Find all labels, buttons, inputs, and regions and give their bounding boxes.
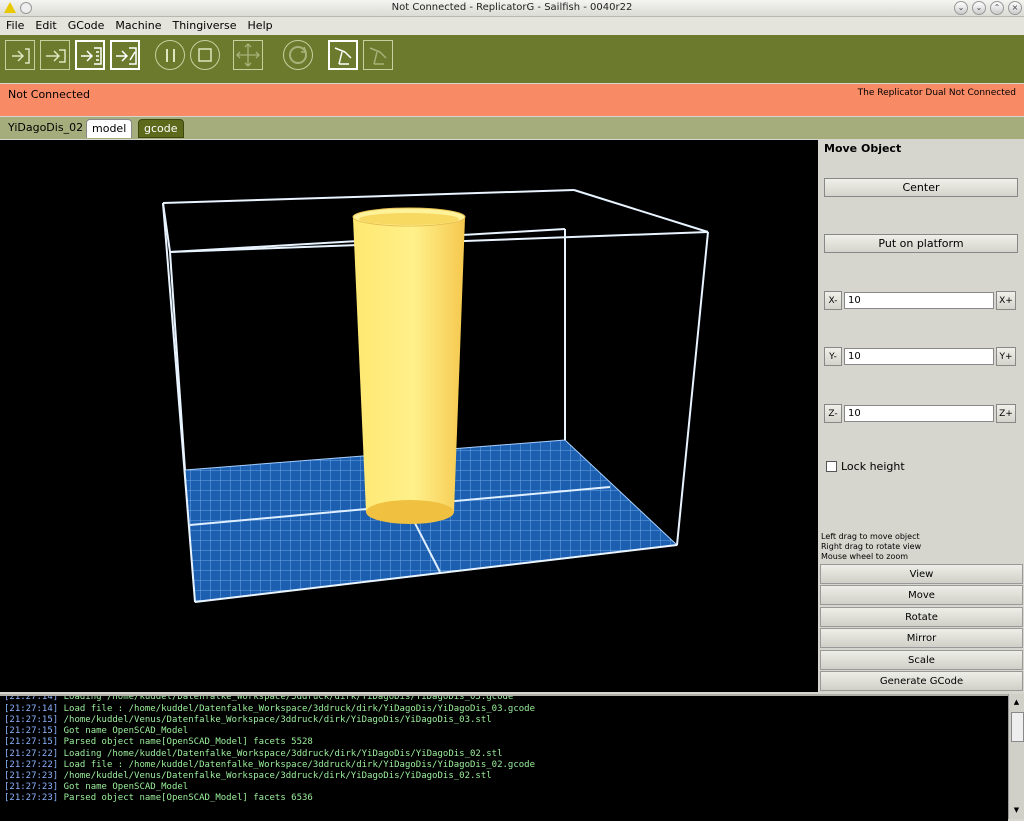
console-log[interactable]: [21:27:14] Loading /home/kuddel/Datenfal…	[0, 694, 1008, 821]
shade-icon[interactable]: ⌄	[954, 1, 968, 15]
stop-icon[interactable]	[190, 40, 220, 70]
console-scrollbar[interactable]: ▲ ▼	[1008, 694, 1024, 819]
file-name-label: YiDagoDis_02	[8, 121, 84, 134]
menu-help[interactable]: Help	[242, 17, 278, 32]
menu-thingiverse[interactable]: Thingiverse	[166, 17, 241, 32]
toolbar	[0, 35, 1024, 83]
y-field[interactable]: 10	[844, 348, 994, 365]
console-line: [21:27:23] Got name OpenSCAD_Model	[4, 782, 189, 792]
build-to-file-icon[interactable]	[110, 40, 140, 70]
move-object-panel: Move Object Center Put on platform X- 10…	[818, 140, 1024, 692]
z-plus-button[interactable]: Z+	[996, 404, 1016, 423]
menu-file[interactable]: File	[0, 17, 29, 32]
x-field[interactable]: 10	[844, 292, 994, 309]
menu-bar: File Edit GCode Machine Thingiverse Help	[0, 17, 1024, 35]
maximize-icon[interactable]: ⌃	[990, 1, 1004, 15]
tab-model[interactable]: model	[86, 119, 133, 138]
put-on-platform-button[interactable]: Put on platform	[824, 234, 1018, 253]
console-line: [21:27:23] /home/kuddel/Venus/Datenfalke…	[4, 771, 492, 781]
reset-icon[interactable]	[283, 40, 313, 70]
console-line: [21:27:15] /home/kuddel/Venus/Datenfalke…	[4, 715, 492, 725]
build-icon[interactable]	[75, 40, 105, 70]
z-field[interactable]: 10	[844, 405, 994, 422]
move-button[interactable]: Move	[820, 585, 1023, 605]
console-line: [21:27:23] Parsed object name[OpenSCAD_M…	[4, 793, 313, 803]
minimize-icon[interactable]: ⌄	[972, 1, 986, 15]
generate-gcode-button[interactable]: Generate GCode	[820, 671, 1023, 691]
model-cylinder[interactable]	[352, 207, 466, 524]
scroll-thumb[interactable]	[1011, 712, 1024, 742]
connection-status-bar: Not Connected The Replicator Dual Not Co…	[0, 84, 1024, 116]
rotate-button[interactable]: Rotate	[820, 607, 1023, 627]
panel-title: Move Object	[824, 142, 902, 155]
console-line: [21:27:22] Load file : /home/kuddel/Date…	[4, 760, 536, 770]
machine-status-text: The Replicator Dual Not Connected	[857, 88, 1016, 98]
menu-edit[interactable]: Edit	[29, 17, 61, 32]
tab-gcode[interactable]: gcode	[138, 119, 184, 138]
move-icon[interactable]	[233, 40, 263, 70]
hint-zoom: Mouse wheel to zoom	[821, 552, 909, 561]
scroll-up-icon[interactable]: ▲	[1011, 697, 1022, 708]
build-volume-view[interactable]	[0, 140, 818, 692]
window-titlebar: Not Connected - ReplicatorG - Sailfish -…	[0, 0, 1024, 17]
window-title: Not Connected - ReplicatorG - Sailfish -…	[391, 2, 633, 13]
console-line: [21:27:14] Loading /home/kuddel/Datenfal…	[4, 694, 514, 702]
center-button[interactable]: Center	[824, 178, 1018, 197]
lock-height-label: Lock height	[841, 460, 905, 473]
pause-icon[interactable]	[155, 40, 185, 70]
hint-rotate: Right drag to rotate view	[821, 542, 922, 551]
lock-height-checkbox[interactable]	[826, 461, 837, 472]
y-plus-button[interactable]: Y+	[996, 347, 1016, 366]
view-button[interactable]: View	[820, 564, 1023, 584]
3d-viewport[interactable]	[0, 140, 818, 692]
console-line: [21:27:15] Parsed object name[OpenSCAD_M…	[4, 737, 313, 747]
tab-bar: YiDagoDis_02 model gcode	[0, 117, 1024, 139]
status-text: Not Connected	[8, 88, 91, 101]
z-minus-button[interactable]: Z-	[824, 404, 842, 423]
console-line: [21:27:15] Got name OpenSCAD_Model	[4, 726, 189, 736]
x-minus-button[interactable]: X-	[824, 291, 842, 310]
control-panel-icon[interactable]	[328, 40, 358, 70]
y-minus-button[interactable]: Y-	[824, 347, 842, 366]
control-panel-2-icon[interactable]	[363, 40, 393, 70]
menu-machine[interactable]: Machine	[109, 17, 166, 32]
scroll-down-icon[interactable]: ▼	[1011, 805, 1022, 816]
load-icon[interactable]	[5, 40, 35, 70]
upload-icon[interactable]	[40, 40, 70, 70]
menu-gcode[interactable]: GCode	[62, 17, 110, 32]
hint-move: Left drag to move object	[821, 532, 920, 541]
console-line: [21:27:14] Load file : /home/kuddel/Date…	[4, 704, 536, 714]
close-icon[interactable]: ×	[1008, 1, 1022, 15]
mirror-button[interactable]: Mirror	[820, 628, 1023, 648]
x-plus-button[interactable]: X+	[996, 291, 1016, 310]
console-line: [21:27:22] Loading /home/kuddel/Datenfal…	[4, 749, 503, 759]
scale-button[interactable]: Scale	[820, 650, 1023, 670]
